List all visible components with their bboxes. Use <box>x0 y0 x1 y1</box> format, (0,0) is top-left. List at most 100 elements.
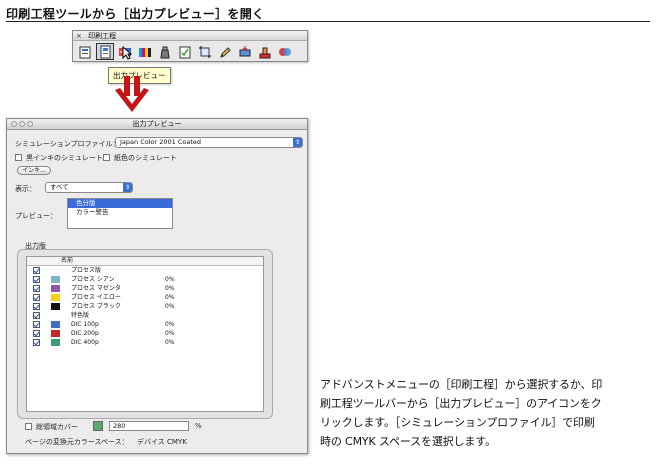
preview-option-color-warnings[interactable]: カラー警告 <box>68 208 172 217</box>
row-percentage: 0% <box>165 330 175 337</box>
ink-manager-button[interactable]: インキ... <box>17 166 51 175</box>
palette-tool-button[interactable] <box>156 43 174 60</box>
select-arrows-icon: ⇕ <box>293 138 302 147</box>
color-bars-tool-icon <box>139 47 151 57</box>
table-row[interactable]: プロセス マゼンタ 0% <box>27 284 263 293</box>
palette-close-icon[interactable]: × <box>76 31 82 41</box>
table-row[interactable]: プロセス イエロー 0% <box>27 293 263 302</box>
row-checkbox[interactable] <box>32 276 40 283</box>
print-production-palette[interactable]: × 印刷工程 <box>72 30 308 62</box>
output-preview-tool-icon <box>79 46 91 58</box>
row-checkbox[interactable] <box>32 303 40 310</box>
simulate-black-checkbox[interactable] <box>15 154 22 161</box>
stamp-tool-icon <box>259 47 271 58</box>
palette-titlebar[interactable]: × 印刷工程 <box>73 31 307 41</box>
pencil-tool-icon <box>220 46 231 58</box>
simulate-paper-label: 紙色のシミュレート <box>114 154 177 162</box>
separations-table: 名前 プロセス版 プロセス シアン 0% プロセス マゼンタ 0% プロセス イエロー 0%… <box>26 256 264 412</box>
down-arrow-icon <box>115 76 149 112</box>
palette-tool-button[interactable] <box>136 43 154 60</box>
ink-color-swatch <box>50 321 60 328</box>
palette-tool-button[interactable] <box>176 43 194 60</box>
row-checkbox-cell <box>27 339 45 346</box>
row-checkbox-cell <box>27 330 45 337</box>
row-checkbox-cell <box>27 294 45 301</box>
table-header: 名前 <box>27 257 263 266</box>
row-checkbox[interactable] <box>32 294 40 301</box>
window-titlebar[interactable]: 出力プレビュー <box>7 119 307 130</box>
ink-bottle-tool-icon <box>160 46 170 58</box>
table-row[interactable]: DIC 200p 0% <box>27 329 263 338</box>
ink-color-swatch <box>50 294 60 301</box>
table-row[interactable]: プロセス版 <box>27 266 263 275</box>
palette-tool-button[interactable] <box>76 43 94 60</box>
separations-panel: 名前 プロセス版 プロセス シアン 0% プロセス マゼンタ 0% プロセス イエロー 0%… <box>17 249 273 419</box>
select-arrows-icon: ⇕ <box>123 183 132 192</box>
row-swatch-cell <box>45 294 65 301</box>
simulate-paper-checkbox[interactable] <box>103 154 110 161</box>
show-value: すべて <box>50 183 69 191</box>
palette-tool-button[interactable] <box>236 43 254 60</box>
window-close-button[interactable] <box>11 121 17 127</box>
palette-tool-button[interactable] <box>216 43 234 60</box>
row-swatch-cell <box>45 321 65 328</box>
mouse-pointer-icon <box>122 46 132 60</box>
row-checkbox[interactable] <box>32 339 40 346</box>
row-name: DIC 200p <box>71 330 99 337</box>
simulation-profile-value: Japan Color 2001 Coated <box>120 138 202 146</box>
row-percentage: 0% <box>165 321 175 328</box>
row-checkbox-cell <box>27 285 45 292</box>
row-percentage: 0% <box>165 339 175 346</box>
row-checkbox-cell <box>27 312 45 319</box>
table-row[interactable]: プロセス シアン 0% <box>27 275 263 284</box>
description-line: リックします。［シミュレーションプロファイル］で印刷 <box>320 416 595 429</box>
total-coverage-label: 総領域カバー <box>36 423 78 431</box>
table-row[interactable]: DIC 400p 0% <box>27 338 263 347</box>
row-checkbox[interactable] <box>32 330 40 337</box>
table-row[interactable]: プロセス ブラック 0% <box>27 302 263 311</box>
preview-listbox[interactable]: 色分版 カラー警告 <box>67 198 173 229</box>
output-preview-document-icon <box>100 45 111 58</box>
table-row[interactable]: DIC 100p 0% <box>27 320 263 329</box>
row-checkbox-cell <box>27 321 45 328</box>
description-line: 時の CMYK スペースを選択します。 <box>320 435 496 448</box>
total-coverage-checkbox[interactable] <box>25 423 32 430</box>
palette-tool-button[interactable] <box>96 43 114 60</box>
row-name: プロセス ブラック <box>71 303 121 310</box>
row-name: DIC 400p <box>71 339 99 346</box>
row-swatch-cell <box>45 303 65 310</box>
simulate-black-label: 黒インキのシミュレート <box>26 154 103 162</box>
window-minimize-button[interactable] <box>19 121 25 127</box>
ink-color-swatch <box>50 285 60 292</box>
ink-color-swatch <box>50 303 60 310</box>
coverage-color-swatch[interactable] <box>93 421 103 431</box>
row-checkbox-cell <box>27 276 45 283</box>
total-coverage-field[interactable]: 280 <box>109 421 189 431</box>
row-swatch-cell <box>45 330 65 337</box>
row-percentage: 0% <box>165 294 175 301</box>
page-heading: 印刷工程ツールから［出力プレビュー］を開く <box>6 7 265 21</box>
row-name: DIC 100p <box>71 321 99 328</box>
palette-tool-button[interactable] <box>196 43 214 60</box>
total-coverage-unit: % <box>195 422 202 430</box>
show-select[interactable]: すべて ⇕ <box>45 182 133 193</box>
table-row[interactable]: 特色版 <box>27 311 263 320</box>
preview-option-separations[interactable]: 色分版 <box>68 199 172 208</box>
palette-tool-button[interactable] <box>256 43 274 60</box>
row-swatch-cell <box>45 339 65 346</box>
window-zoom-button[interactable] <box>27 121 33 127</box>
palette-tool-button[interactable] <box>276 43 294 60</box>
palette-tools <box>73 41 307 62</box>
ink-color-swatch <box>50 330 60 337</box>
simulation-profile-select[interactable]: Japan Color 2001 Coated ⇕ <box>115 137 303 148</box>
row-checkbox[interactable] <box>32 285 40 292</box>
row-checkbox[interactable] <box>32 312 40 319</box>
row-checkbox[interactable] <box>32 321 40 328</box>
row-checkbox-cell <box>27 267 45 274</box>
row-percentage: 0% <box>165 285 175 292</box>
palette-title: 印刷工程 <box>88 32 117 40</box>
description-line: 刷工程ツールバーから［出力プレビュー］のアイコンをク <box>320 397 602 410</box>
output-preview-window: 出力プレビュー シミュレーションプロファイル： Japan Color 2001… <box>6 118 308 454</box>
row-checkbox[interactable] <box>32 267 40 274</box>
row-name: プロセス イエロー <box>71 294 121 301</box>
